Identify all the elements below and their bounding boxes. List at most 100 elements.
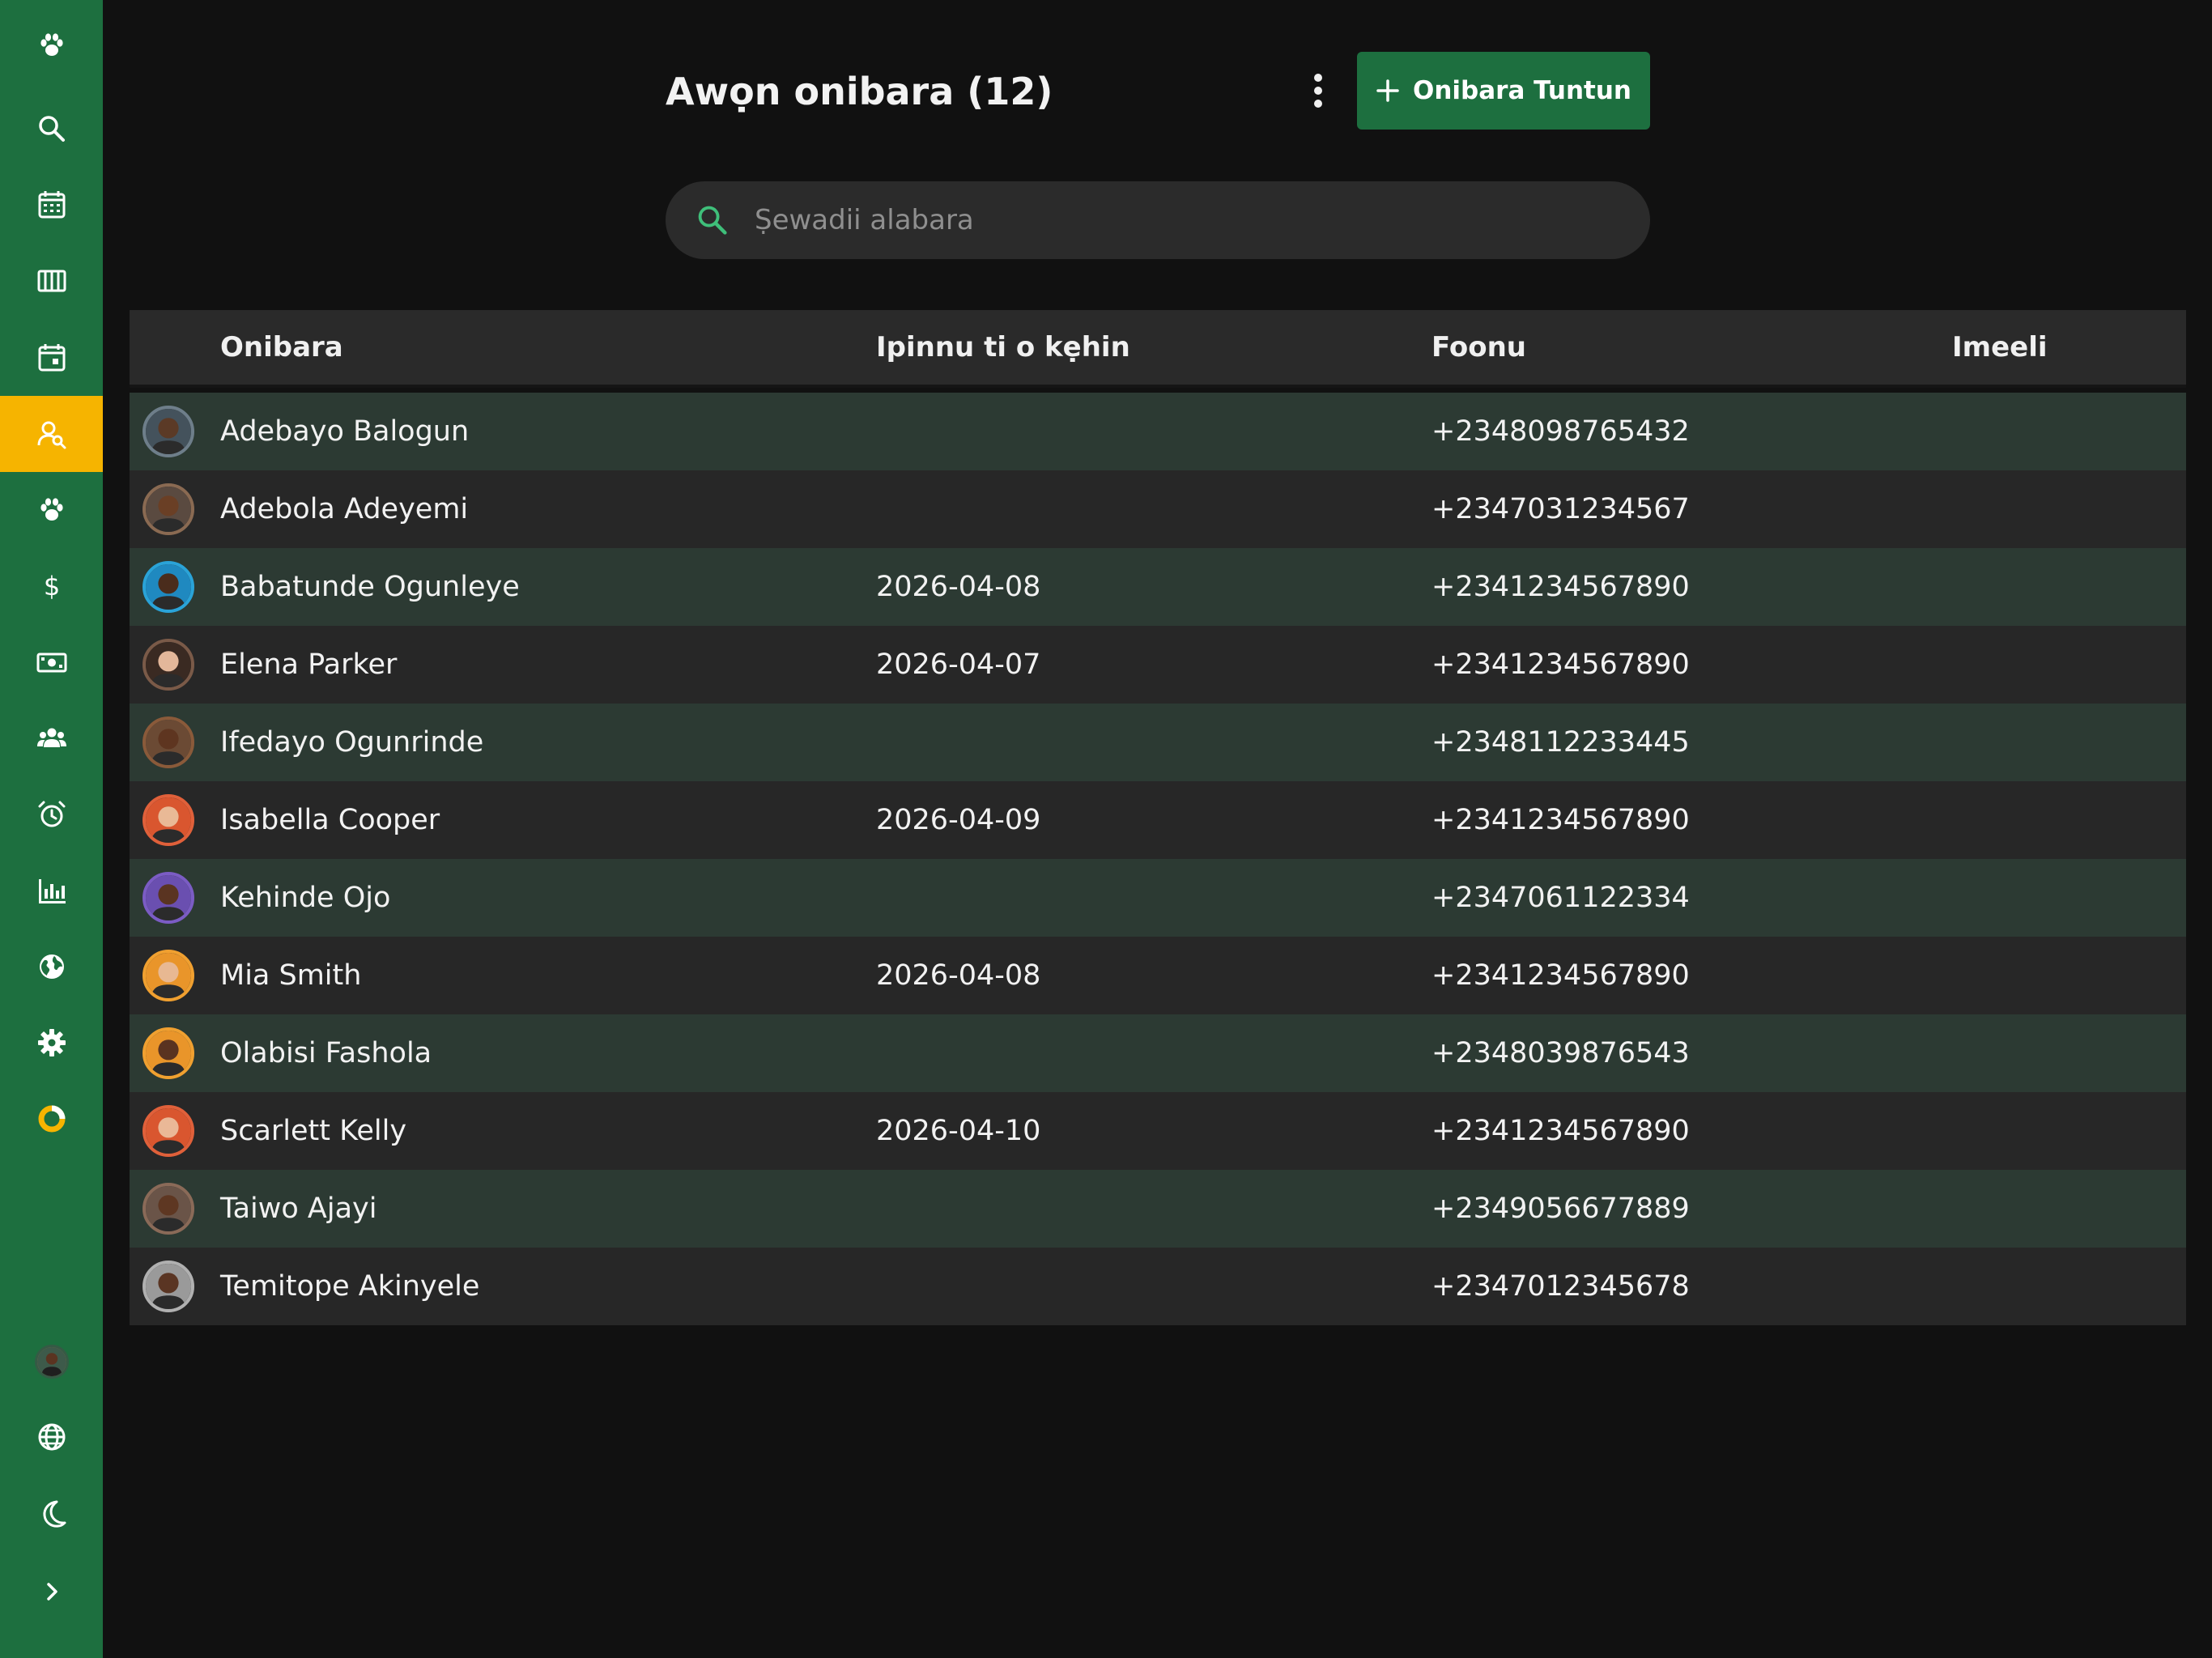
table-header: Onibara Ipinnu ti o kẹhin Foonu Imeeli xyxy=(130,310,2186,388)
search-icon xyxy=(38,116,65,142)
table-row[interactable]: Temitope Akinyele +2347012345678 xyxy=(130,1248,2186,1325)
customer-phone: +2341234567890 xyxy=(1431,1115,1690,1147)
customer-avatar xyxy=(143,716,194,768)
website-nav-item[interactable] xyxy=(0,929,103,1005)
chevron-right-icon xyxy=(46,1583,57,1601)
customer-name: Mia Smith xyxy=(220,959,362,992)
customer-name: Olabisi Fashola xyxy=(220,1037,432,1069)
globe-icon xyxy=(39,954,64,979)
payments-nav-item[interactable] xyxy=(0,624,103,700)
status-nav-item[interactable] xyxy=(0,1081,103,1157)
customer-name: Temitope Akinyele xyxy=(220,1270,480,1303)
table-row[interactable]: Scarlett Kelly 2026-04-10 +2341234567890 xyxy=(130,1092,2186,1170)
customer-name: Taiwo Ajayi xyxy=(220,1192,377,1225)
gear-icon xyxy=(37,1029,66,1056)
customer-phone: +2341234567890 xyxy=(1431,959,1690,992)
customer-phone: +2347012345678 xyxy=(1431,1270,1690,1303)
customer-name: Adebola Adeyemi xyxy=(220,493,469,525)
customer-avatar xyxy=(143,639,194,691)
alarm-clock-icon xyxy=(38,801,65,827)
team-icon xyxy=(36,728,66,747)
add-customer-button[interactable]: Onibara Tuntun xyxy=(1357,52,1650,130)
team-nav-item[interactable] xyxy=(0,700,103,776)
column-header-email[interactable]: Imeeli xyxy=(1952,310,2048,385)
table-row[interactable]: Adebayo Balogun +2348098765432 xyxy=(130,393,2186,470)
pets-nav-item[interactable] xyxy=(0,472,103,548)
svg-text:$: $ xyxy=(43,571,59,602)
table-row[interactable]: Kehinde Ojo +2347061122334 xyxy=(130,859,2186,937)
language-globe-icon xyxy=(38,1423,65,1451)
customers-table: Onibara Ipinnu ti o kẹhin Foonu Imeeli A… xyxy=(130,310,2186,1325)
customer-avatar xyxy=(143,1183,194,1235)
calendar-nav-item[interactable] xyxy=(0,167,103,243)
last-appointment: 2026-04-09 xyxy=(876,804,1041,836)
customer-avatar xyxy=(143,1105,194,1157)
calendar-day-nav-item[interactable] xyxy=(0,320,103,396)
columns-nav-item[interactable] xyxy=(0,243,103,319)
moon-icon xyxy=(42,1500,66,1528)
customer-name: Scarlett Kelly xyxy=(220,1115,407,1147)
paw-icon xyxy=(40,498,63,521)
customer-name: Elena Parker xyxy=(220,648,398,681)
table-row[interactable]: Adebola Adeyemi +2347031234567 xyxy=(130,470,2186,548)
column-header-customer[interactable]: Onibara xyxy=(220,310,343,385)
column-header-last-appointment[interactable]: Ipinnu ti o kẹhin xyxy=(876,310,1130,385)
table-row[interactable]: Isabella Cooper 2026-04-09 +2341234567890 xyxy=(130,781,2186,859)
customer-phone: +2341234567890 xyxy=(1431,571,1690,603)
expand-sidebar-button[interactable] xyxy=(0,1554,103,1630)
page-title: Awọn onibara (12) xyxy=(666,70,1053,113)
table-row[interactable]: Taiwo Ajayi +2349056677889 xyxy=(130,1170,2186,1248)
theme-nav-item[interactable] xyxy=(0,1476,103,1552)
plus-icon xyxy=(1376,79,1399,102)
search-input[interactable] xyxy=(753,203,1614,237)
customer-name: Kehinde Ojo xyxy=(220,882,391,914)
customer-avatar xyxy=(143,950,194,1001)
app-root: $ Awọn onibara (12) Onibara Tuntun Ṣewad… xyxy=(0,0,2212,1658)
sidebar: $ xyxy=(0,0,103,1658)
customer-avatar xyxy=(143,1027,194,1079)
customer-name: Babatunde Ogunleye xyxy=(220,571,520,603)
settings-nav-item[interactable] xyxy=(0,1005,103,1081)
customer-avatar xyxy=(143,406,194,457)
paw-logo-icon-glyph xyxy=(40,33,63,56)
customer-phone: +2341234567890 xyxy=(1431,804,1690,836)
cash-icon xyxy=(36,653,66,673)
table-row[interactable]: Ifedayo Ogunrinde +2348112233445 xyxy=(130,704,2186,781)
calendar-day-icon xyxy=(38,344,65,372)
add-customer-button-label: Onibara Tuntun xyxy=(1413,76,1631,105)
customer-name: Isabella Cooper xyxy=(220,804,440,836)
language-nav-item[interactable] xyxy=(0,1399,103,1475)
profile-nav-item[interactable] xyxy=(0,1324,103,1400)
customer-phone: +2349056677889 xyxy=(1431,1192,1690,1225)
customer-phone: +2341234567890 xyxy=(1431,648,1690,681)
paw-logo-icon[interactable] xyxy=(0,7,103,83)
table-row[interactable]: Babatunde Ogunleye 2026-04-08 +23412345678… xyxy=(130,548,2186,626)
last-appointment: 2026-04-08 xyxy=(876,571,1041,603)
customer-name: Adebayo Balogun xyxy=(220,415,470,448)
table-row[interactable]: Olabisi Fashola +2348039876543 xyxy=(130,1014,2186,1092)
reports-nav-item[interactable] xyxy=(0,852,103,929)
more-options-button[interactable] xyxy=(1295,68,1341,113)
customer-search-icon xyxy=(37,421,66,449)
customer-phone: +2347031234567 xyxy=(1431,493,1690,525)
donut-icon xyxy=(38,1105,65,1133)
pricing-nav-item[interactable]: $ xyxy=(0,548,103,624)
table-row[interactable]: Elena Parker 2026-04-07 +2341234567890 xyxy=(130,626,2186,704)
table-body: Adebayo Balogun +2348098765432 Adebola Ade… xyxy=(130,393,2186,1325)
customer-phone: +2348039876543 xyxy=(1431,1037,1690,1069)
table-row[interactable]: Mia Smith 2026-04-08 +2341234567890 xyxy=(130,937,2186,1014)
customer-avatar xyxy=(143,794,194,846)
customer-avatar xyxy=(143,561,194,613)
customer-avatar xyxy=(143,872,194,924)
last-appointment: 2026-04-08 xyxy=(876,959,1041,992)
search-nav-item[interactable] xyxy=(0,91,103,167)
customer-avatar xyxy=(143,1261,194,1312)
search-bar[interactable] xyxy=(666,181,1650,259)
reminders-nav-item[interactable] xyxy=(0,776,103,852)
customers-nav-item[interactable] xyxy=(0,396,103,472)
dollar-icon: $ xyxy=(43,571,59,602)
column-header-phone[interactable]: Foonu xyxy=(1431,310,1526,385)
customer-name: Ifedayo Ogunrinde xyxy=(220,726,484,759)
user-avatar-icon xyxy=(34,1345,69,1379)
customer-phone: +2347061122334 xyxy=(1431,882,1690,914)
